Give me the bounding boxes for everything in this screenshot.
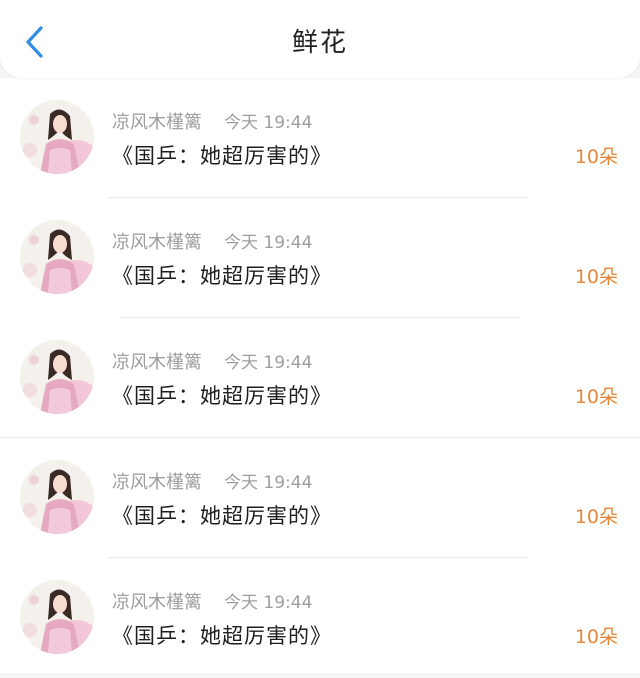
flower-count: 10朵 [574,386,618,408]
avatar[interactable] [20,460,94,534]
flower-count: 10朵 [574,266,618,288]
timestamp: 今天 19:44 [224,593,313,613]
avatar[interactable] [20,340,94,414]
avatar-image [20,580,94,654]
list-item[interactable]: 凉风木槿篱 今天 19:44 《国乒：她超厉害的》 10朵 [0,198,640,318]
item-meta: 凉风木槿篱 今天 19:44 [112,468,312,494]
book-title[interactable]: 《国乒：她超厉害的》 [112,140,332,170]
timestamp: 今天 19:44 [224,113,313,133]
username[interactable]: 凉风木槿篱 [112,592,202,613]
list-item[interactable]: 凉风木槿篱 今天 19:44 《国乒：她超厉害的》 10朵 [0,78,640,198]
book-title[interactable]: 《国乒：她超厉害的》 [112,500,332,530]
username[interactable]: 凉风木槿篱 [112,232,202,253]
flower-count: 10朵 [574,626,618,648]
list-item[interactable]: 凉风木槿篱 今天 19:44 《国乒：她超厉害的》 10朵 [0,318,640,438]
avatar[interactable] [20,580,94,654]
item-meta: 凉风木槿篱 今天 19:44 [112,588,312,614]
timestamp: 今天 19:44 [224,473,313,493]
list-item[interactable]: 凉风木槿篱 今天 19:44 《国乒：她超厉害的》 10朵 [0,438,640,558]
flower-count: 10朵 [574,146,618,168]
avatar[interactable] [20,220,94,294]
avatar-image [20,460,94,534]
username[interactable]: 凉风木槿篱 [112,352,202,373]
flower-count: 10朵 [574,506,618,528]
username[interactable]: 凉风木槿篱 [112,112,202,133]
username[interactable]: 凉风木槿篱 [112,472,202,493]
avatar-image [20,340,94,414]
book-title[interactable]: 《国乒：她超厉害的》 [112,620,332,650]
top-bar: 鲜花 [0,0,640,78]
flower-list: 凉风木槿篱 今天 19:44 《国乒：她超厉害的》 10朵 凉风木槿篱 今天 19:… [0,78,640,673]
item-meta: 凉风木槿篱 今天 19:44 [112,228,312,254]
book-title[interactable]: 《国乒：她超厉害的》 [112,380,332,410]
avatar[interactable] [20,100,94,174]
item-meta: 凉风木槿篱 今天 19:44 [112,108,312,134]
list-item[interactable]: 凉风木槿篱 今天 19:44 《国乒：她超厉害的》 10朵 [0,558,640,678]
avatar-image [20,100,94,174]
avatar-image [20,220,94,294]
book-title[interactable]: 《国乒：她超厉害的》 [112,260,332,290]
page-title: 鲜花 [291,28,348,58]
timestamp: 今天 19:44 [224,233,313,253]
timestamp: 今天 19:44 [224,353,313,373]
item-meta: 凉风木槿篱 今天 19:44 [112,348,312,374]
